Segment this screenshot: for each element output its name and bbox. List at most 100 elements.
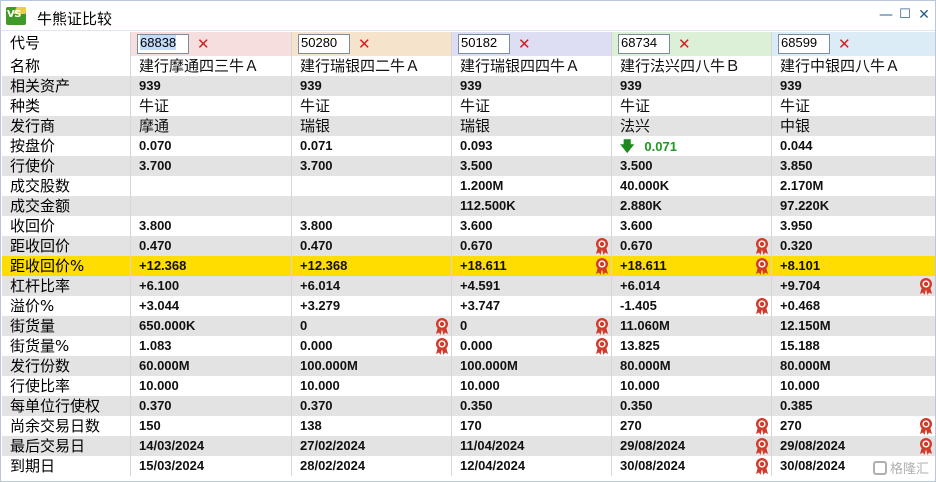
value-cell: 100.000M	[452, 356, 612, 376]
value-text: 10.000	[780, 378, 820, 393]
product-code-cell: 50182 ✕	[452, 32, 612, 56]
value-text: 0.470	[139, 238, 172, 253]
value-cell: 瑞银	[452, 116, 612, 136]
value-cell: +3.747	[452, 296, 612, 316]
product-code-value: 50182	[461, 35, 498, 50]
row-label: 街货量	[2, 316, 131, 336]
value-cell: 中银	[772, 116, 935, 136]
value-cell: 939	[292, 76, 452, 96]
value-text: 3.500	[460, 158, 493, 173]
value-text: 3.500	[620, 158, 653, 173]
data-row: 距收回价 0.470 0.470 0.670 0.670 0.320	[2, 236, 935, 256]
value-text: 150	[139, 418, 161, 433]
remove-product-icon[interactable]: ✕	[518, 35, 531, 53]
data-row: 行使价 3.700 3.700 3.500 3.500 3.850	[2, 156, 935, 176]
value-cell: 29/08/2024	[612, 436, 772, 456]
value-cell: 牛证	[452, 96, 612, 116]
product-code-cell: 68599 ✕	[772, 32, 935, 56]
value-text: 牛证	[460, 97, 491, 115]
value-cell: 11/04/2024	[452, 436, 612, 456]
product-code-input[interactable]: 50280	[298, 34, 350, 54]
value-cell: 150	[131, 416, 292, 436]
data-row: 收回价 3.800 3.800 3.600 3.600 3.950	[2, 216, 935, 236]
best-value-medal-icon	[755, 437, 769, 455]
value-text: 0.044	[780, 138, 813, 153]
value-text: 中银	[780, 117, 811, 135]
value-text: +0.468	[780, 298, 821, 313]
value-cell: 建行瑞银四二牛Ａ	[292, 56, 452, 76]
data-row: 距收回价% +12.368 +12.368 +18.611 +18.611 +8.101	[2, 256, 935, 276]
value-cell: 0	[292, 316, 452, 336]
value-text: 2.880K	[620, 198, 662, 213]
remove-product-icon[interactable]: ✕	[838, 35, 851, 53]
row-label: 最后交易日	[2, 436, 131, 456]
value-cell: +4.591	[452, 276, 612, 296]
product-code-value: 68599	[781, 35, 818, 50]
value-cell: 80.000M	[612, 356, 772, 376]
value-text: 1.200M	[460, 178, 504, 193]
row-label: 收回价	[2, 216, 131, 236]
remove-product-icon[interactable]: ✕	[358, 35, 371, 53]
value-text: 939	[780, 78, 802, 93]
value-text: 3.600	[620, 218, 653, 233]
row-label: 成交金额	[2, 196, 131, 216]
value-text: 建行瑞银四二牛Ａ	[300, 57, 421, 75]
value-text: +6.014	[300, 278, 341, 293]
data-row: 发行商 摩通 瑞银 瑞银 法兴 中银	[2, 116, 935, 136]
value-cell: 牛证	[612, 96, 772, 116]
value-cell: 270	[772, 416, 935, 436]
value-cell: 摩通	[131, 116, 292, 136]
value-cell: 瑞银	[292, 116, 452, 136]
value-cell: 3.800	[131, 216, 292, 236]
value-cell: +3.044	[131, 296, 292, 316]
value-text: 10.000	[139, 378, 179, 393]
value-text: +3.279	[300, 298, 341, 313]
window-title: 牛熊证比较	[37, 10, 113, 28]
data-row: 杠杆比率 +6.100 +6.014 +4.591 +6.014 +9.704	[2, 276, 935, 296]
remove-product-icon[interactable]: ✕	[197, 35, 210, 53]
value-text: 瑞银	[460, 117, 491, 135]
value-text: 3.800	[139, 218, 172, 233]
data-row: 相关资产 939 939 939 939 939	[2, 76, 935, 96]
value-cell: 29/08/2024	[772, 436, 935, 456]
value-text: +18.611	[620, 258, 667, 273]
close-icon[interactable]: ✕	[916, 7, 932, 23]
product-code-input[interactable]: 68599	[778, 34, 830, 54]
value-text: 14/03/2024	[139, 438, 205, 453]
value-text: +6.100	[139, 278, 180, 293]
minimize-icon[interactable]: —	[878, 7, 894, 23]
product-code-input[interactable]: 50182	[458, 34, 510, 54]
value-text: 建行法兴四八牛Ｂ	[620, 57, 741, 75]
value-text: +4.591	[460, 278, 501, 293]
value-cell: 0.385	[772, 396, 935, 416]
value-text: 11.060M	[620, 318, 670, 333]
maximize-icon[interactable]: ☐	[897, 7, 913, 23]
data-row: 街货量 650.000K 0 0 11.060M 12.150M	[2, 316, 935, 336]
value-cell	[131, 196, 292, 216]
product-code-input[interactable]: 68734	[618, 34, 670, 54]
remove-product-icon[interactable]: ✕	[678, 35, 691, 53]
product-code-input[interactable]: 68838	[137, 34, 189, 54]
value-cell: 0	[452, 316, 612, 336]
row-label: 行使价	[2, 156, 131, 176]
value-cell: 14/03/2024	[131, 436, 292, 456]
value-text: 0.071	[644, 139, 677, 154]
comparison-window: VS 牛熊证比较 — ☐ ✕ 代号 68838 ✕ 50280 ✕ 50182 ✕ 68734…	[0, 0, 936, 482]
value-text: 3.800	[300, 218, 333, 233]
value-text: +3.044	[139, 298, 180, 313]
best-value-medal-icon	[435, 317, 449, 335]
row-label: 尚余交易日数	[2, 416, 131, 436]
data-row: 成交股数 1.200M 40.000K 2.170M	[2, 176, 935, 196]
value-text: 12.150M	[780, 318, 831, 333]
value-cell: 3.600	[612, 216, 772, 236]
value-cell: 建行中银四八牛Ａ	[772, 56, 935, 76]
value-text: 650.000K	[139, 318, 196, 333]
value-text: 270	[620, 418, 642, 433]
value-text: 0.670	[460, 238, 493, 253]
data-row: 名称 建行摩通四三牛Ａ 建行瑞银四二牛Ａ 建行瑞银四四牛Ａ 建行法兴四八牛Ｂ 建行中银四八…	[2, 56, 935, 76]
value-cell: 138	[292, 416, 452, 436]
row-label: 代号	[2, 32, 131, 56]
row-label: 街货量%	[2, 336, 131, 356]
value-cell: 60.000M	[131, 356, 292, 376]
value-text: 939	[139, 78, 161, 93]
